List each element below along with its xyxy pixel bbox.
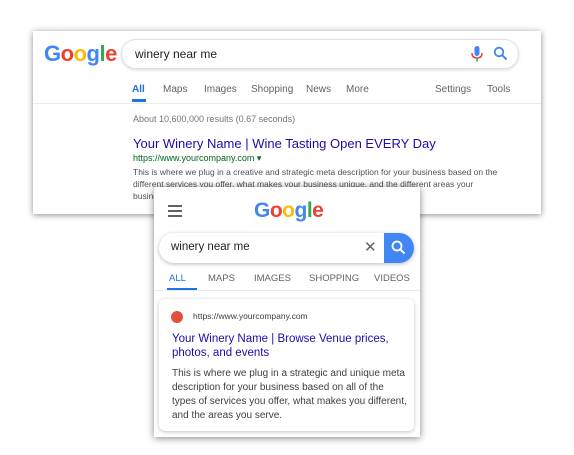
search-query[interactable]: winery near me (171, 241, 250, 253)
search-box[interactable]: winery near me (121, 39, 519, 69)
tab-maps[interactable]: MAPS (208, 273, 235, 284)
tab-maps[interactable]: Maps (163, 84, 187, 95)
tab-shopping[interactable]: SHOPPING (309, 273, 359, 284)
favicon-icon (171, 311, 183, 323)
tab-shopping[interactable]: Shopping (251, 84, 293, 95)
search-box[interactable]: winery near me ✕ (159, 233, 414, 263)
search-icon[interactable] (493, 46, 508, 61)
google-logo[interactable]: Google (254, 199, 324, 223)
search-icon (391, 240, 406, 255)
search-button[interactable] (384, 233, 414, 263)
tab-more[interactable]: More (346, 84, 369, 95)
result-title-link[interactable]: Your Winery Name | Wine Tasting Open EVE… (133, 136, 436, 151)
clear-icon[interactable]: ✕ (364, 238, 377, 256)
result-description: This is where we plug in a strategic and… (172, 368, 407, 421)
tab-all[interactable]: All (132, 84, 145, 95)
google-logo[interactable]: Google (44, 41, 117, 67)
active-tab-indicator (132, 99, 146, 102)
search-tabs: All Maps Images Shopping News More Setti… (33, 77, 541, 104)
mobile-serp-screenshot: Google winery near me ✕ ALL MAPS IMAGES … (154, 187, 420, 437)
tabs-divider (154, 290, 420, 291)
search-query[interactable]: winery near me (135, 47, 217, 61)
tab-images[interactable]: Images (204, 84, 237, 95)
result-card: https://www.yourcompany.com Your Winery … (159, 299, 414, 431)
results-stats: About 10,600,000 results (0.67 seconds) (133, 114, 296, 124)
result-title-link[interactable]: Your Winery Name | Browse Venue prices, … (172, 332, 402, 360)
tab-news[interactable]: News (306, 84, 331, 95)
hamburger-menu-icon[interactable] (168, 205, 182, 217)
microphone-icon[interactable] (470, 46, 484, 62)
tab-videos[interactable]: VIDEOS (374, 273, 410, 284)
result-url[interactable]: https://www.yourcompany.com (193, 311, 308, 321)
result-url[interactable]: https://www.yourcompany.com ▾ (133, 153, 261, 164)
tab-tools[interactable]: Tools (487, 84, 510, 95)
tab-images[interactable]: IMAGES (254, 273, 291, 284)
tab-settings[interactable]: Settings (435, 84, 471, 95)
tab-all[interactable]: ALL (169, 273, 186, 284)
